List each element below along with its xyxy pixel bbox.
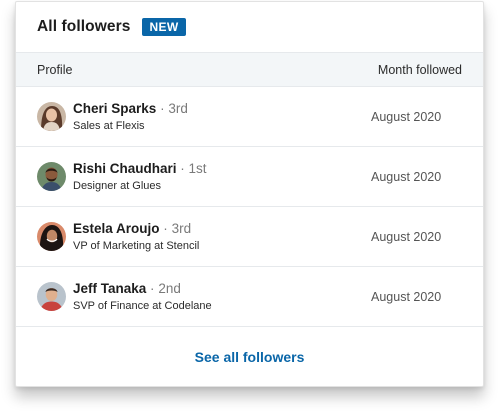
see-all-followers-link[interactable]: See all followers — [195, 349, 305, 365]
table-header: Profile Month followed — [16, 53, 483, 87]
follower-headline: Designer at Glues — [73, 179, 162, 192]
follower-name[interactable]: Estela Aroujo — [73, 221, 160, 236]
card-title: All followers — [37, 18, 131, 35]
separator-dot: · — [160, 100, 165, 116]
avatar[interactable] — [37, 282, 66, 311]
card-header: All followers NEW — [16, 2, 483, 53]
separator-dot: · — [180, 160, 185, 176]
follower-headline: Sales at Flexis — [73, 119, 145, 132]
card-footer: See all followers — [16, 327, 483, 386]
table-row[interactable]: Rishi Chaudhari · 1st Designer at Glues … — [16, 147, 483, 207]
connection-degree: 3rd — [168, 100, 188, 116]
follower-name[interactable]: Jeff Tanaka — [73, 281, 146, 296]
separator-dot: · — [163, 220, 168, 236]
profile-info: Cheri Sparks · 3rd Sales at Flexis — [73, 100, 188, 134]
table-row[interactable]: Estela Aroujo · 3rd VP of Marketing at S… — [16, 207, 483, 267]
profile-info: Jeff Tanaka · 2nd SVP of Finance at Code… — [73, 280, 212, 314]
follower-name[interactable]: Rishi Chaudhari — [73, 161, 177, 176]
table-row[interactable]: Jeff Tanaka · 2nd SVP of Finance at Code… — [16, 267, 483, 327]
follower-headline: VP of Marketing at Stencil — [73, 239, 200, 252]
column-header-profile: Profile — [37, 62, 73, 77]
profile-info: Estela Aroujo · 3rd VP of Marketing at S… — [73, 220, 199, 254]
connection-degree: 1st — [188, 160, 207, 176]
month-followed: August 2020 — [371, 229, 442, 244]
month-followed: August 2020 — [371, 109, 442, 124]
separator-dot: · — [150, 280, 155, 296]
followers-card: All followers NEW Profile Month followed… — [15, 1, 484, 387]
avatar[interactable] — [37, 162, 66, 191]
month-followed: August 2020 — [371, 289, 442, 304]
new-badge: NEW — [142, 18, 186, 36]
follower-headline: SVP of Finance at Codelane — [73, 299, 212, 312]
avatar[interactable] — [37, 222, 66, 251]
connection-degree: 2nd — [158, 280, 181, 296]
follower-name[interactable]: Cheri Sparks — [73, 101, 156, 116]
avatar[interactable] — [37, 102, 66, 131]
profile-info: Rishi Chaudhari · 1st Designer at Glues — [73, 160, 207, 194]
month-followed: August 2020 — [371, 169, 442, 184]
connection-degree: 3rd — [171, 220, 192, 236]
table-row[interactable]: Cheri Sparks · 3rd Sales at Flexis Augus… — [16, 87, 483, 147]
column-header-month-followed: Month followed — [377, 62, 462, 77]
